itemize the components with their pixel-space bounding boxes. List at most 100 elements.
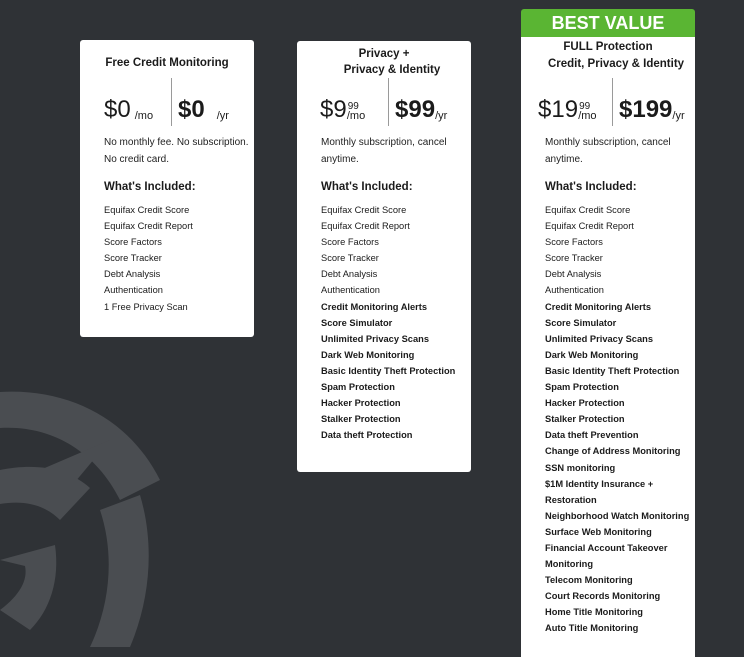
plan-title: FULL Protection xyxy=(563,41,653,53)
feature-item: Score Factors xyxy=(321,237,379,248)
yearly-unit: /yr xyxy=(216,110,229,122)
feature-item: Score Tracker xyxy=(545,253,603,264)
monthly-price: $0 /mo xyxy=(104,78,153,126)
plan-description: Monthly subscription, cancel anytime. xyxy=(321,134,447,168)
feature-item: Authentication xyxy=(104,285,163,296)
feature-item: Spam Protection xyxy=(321,382,395,393)
feature-item: Unlimited Privacy Scans xyxy=(321,333,429,344)
feature-item: Unlimited Privacy Scans xyxy=(545,333,653,344)
feature-item: Hacker Protection xyxy=(545,398,625,409)
included-heading: What's Included: xyxy=(321,181,413,193)
feature-item: Surface Web Monitoring xyxy=(545,526,652,537)
yearly-price: $199 /yr xyxy=(619,78,685,126)
feature-item: Restoration xyxy=(545,494,597,505)
description-line: No monthly fee. No subscription. xyxy=(104,137,249,148)
feature-item: Spam Protection xyxy=(545,382,619,393)
feature-item: Basic Identity Theft Protection xyxy=(321,365,456,376)
description-line: Monthly subscription, cancel xyxy=(321,137,447,148)
monthly-amount: 0 xyxy=(117,96,131,123)
monthly-price: $9 99 /mo xyxy=(320,78,365,126)
feature-item: Equifax Credit Report xyxy=(545,221,634,232)
plan-card-free[interactable]: Free Credit Monitoring $0 /mo $0 /yr No … xyxy=(80,40,254,337)
feature-item: Dark Web Monitoring xyxy=(545,349,639,360)
feature-item: Debt Analysis xyxy=(104,269,161,280)
feature-item: Equifax Credit Report xyxy=(321,221,410,232)
description-line: anytime. xyxy=(321,154,359,165)
description-line: anytime. xyxy=(545,154,583,165)
feature-item: $1M Identity Insurance + xyxy=(545,478,654,489)
yearly-price: $99 /yr xyxy=(395,78,447,126)
feature-item: Debt Analysis xyxy=(545,269,602,280)
feature-list: Equifax Credit Score Equifax Credit Repor… xyxy=(545,202,689,637)
price-divider xyxy=(612,78,613,126)
price-row: $0 /mo $0 /yr xyxy=(80,78,254,126)
feature-item: Stalker Protection xyxy=(545,414,625,425)
currency: $ xyxy=(178,96,192,123)
feature-item: Dark Web Monitoring xyxy=(321,349,415,360)
feature-item: Monitoring xyxy=(545,559,594,570)
feature-item: Score Factors xyxy=(104,237,162,248)
feature-item: Financial Account Takeover xyxy=(545,542,668,553)
plan-description: No monthly fee. No subscription. No cred… xyxy=(104,134,249,168)
yearly-amount: 0 xyxy=(191,96,205,123)
plan-title: Free Credit Monitoring xyxy=(105,57,229,69)
monthly-amount: 19 xyxy=(551,96,579,123)
feature-item: Basic Identity Theft Protection xyxy=(545,365,680,376)
included-heading: What's Included: xyxy=(545,181,637,193)
feature-item: Debt Analysis xyxy=(321,269,378,280)
feature-item: Data theft Prevention xyxy=(545,430,639,441)
currency: $ xyxy=(320,96,334,123)
feature-item: Court Records Monitoring xyxy=(545,591,661,602)
price-divider xyxy=(171,78,172,126)
yearly-amount: 199 xyxy=(632,96,673,123)
price-row: $9 99 /mo $99 /yr xyxy=(297,78,471,126)
price-row: $19 99 /mo $199 /yr xyxy=(521,78,695,126)
feature-item: Score Tracker xyxy=(104,253,162,264)
best-value-badge: BEST VALUE xyxy=(521,9,695,37)
feature-item: Equifax Credit Score xyxy=(545,205,631,215)
yearly-unit: /yr xyxy=(435,110,448,122)
feature-item: Home Title Monitoring xyxy=(545,607,643,618)
feature-item: Telecom Monitoring xyxy=(545,575,633,586)
currency: $ xyxy=(104,96,118,123)
plan-subtitle: Credit, Privacy & Identity xyxy=(547,58,685,70)
feature-item: Score Factors xyxy=(545,237,603,248)
feature-item: 1 Free Privacy Scan xyxy=(104,301,188,312)
currency: $ xyxy=(538,96,552,123)
monthly-amount: 9 xyxy=(333,96,347,123)
monthly-unit: /mo xyxy=(134,110,154,122)
currency: $ xyxy=(395,96,409,123)
feature-list: Equifax Credit Score Equifax Credit Repor… xyxy=(321,202,455,443)
description-line: Monthly subscription, cancel xyxy=(545,137,671,148)
feature-item: Stalker Protection xyxy=(321,414,401,425)
feature-item: Auto Title Monitoring xyxy=(545,623,639,634)
feature-item: Score Tracker xyxy=(321,253,379,264)
yearly-price: $0 /yr xyxy=(178,78,229,126)
price-divider xyxy=(388,78,389,126)
feature-list: Equifax Credit Score Equifax Credit Repor… xyxy=(104,202,193,315)
plan-title: Privacy + xyxy=(358,48,410,60)
yearly-amount: 99 xyxy=(408,96,436,123)
feature-item: Change of Address Monitoring xyxy=(545,446,681,457)
plan-card-full-protection[interactable]: FULL Protection Credit, Privacy & Identi… xyxy=(521,37,695,657)
monthly-unit: /mo xyxy=(578,110,597,122)
feature-item: Equifax Credit Score xyxy=(104,205,190,215)
monthly-price: $19 99 /mo xyxy=(538,78,597,126)
description-line: No credit card. xyxy=(104,154,170,165)
monthly-unit: /mo xyxy=(346,110,366,122)
feature-item: Equifax Credit Score xyxy=(321,205,407,215)
included-heading: What's Included: xyxy=(104,181,196,193)
currency: $ xyxy=(619,96,633,123)
plan-card-privacy-plus[interactable]: Privacy + Privacy & Identity $9 99 /mo $9… xyxy=(297,41,471,472)
feature-item: Credit Monitoring Alerts xyxy=(321,301,428,312)
feature-item: Score Simulator xyxy=(321,317,393,328)
feature-item: Hacker Protection xyxy=(321,398,401,409)
feature-item: Equifax Credit Report xyxy=(104,221,193,232)
feature-item: Credit Monitoring Alerts xyxy=(545,301,652,312)
feature-item: Data theft Protection xyxy=(321,430,413,441)
feature-item: Neighborhood Watch Monitoring xyxy=(545,510,690,521)
feature-item: SSN monitoring xyxy=(545,462,616,473)
feature-item: Score Simulator xyxy=(545,317,617,328)
feature-item: Authentication xyxy=(321,285,380,296)
plan-description: Monthly subscription, cancel anytime. xyxy=(545,134,671,168)
